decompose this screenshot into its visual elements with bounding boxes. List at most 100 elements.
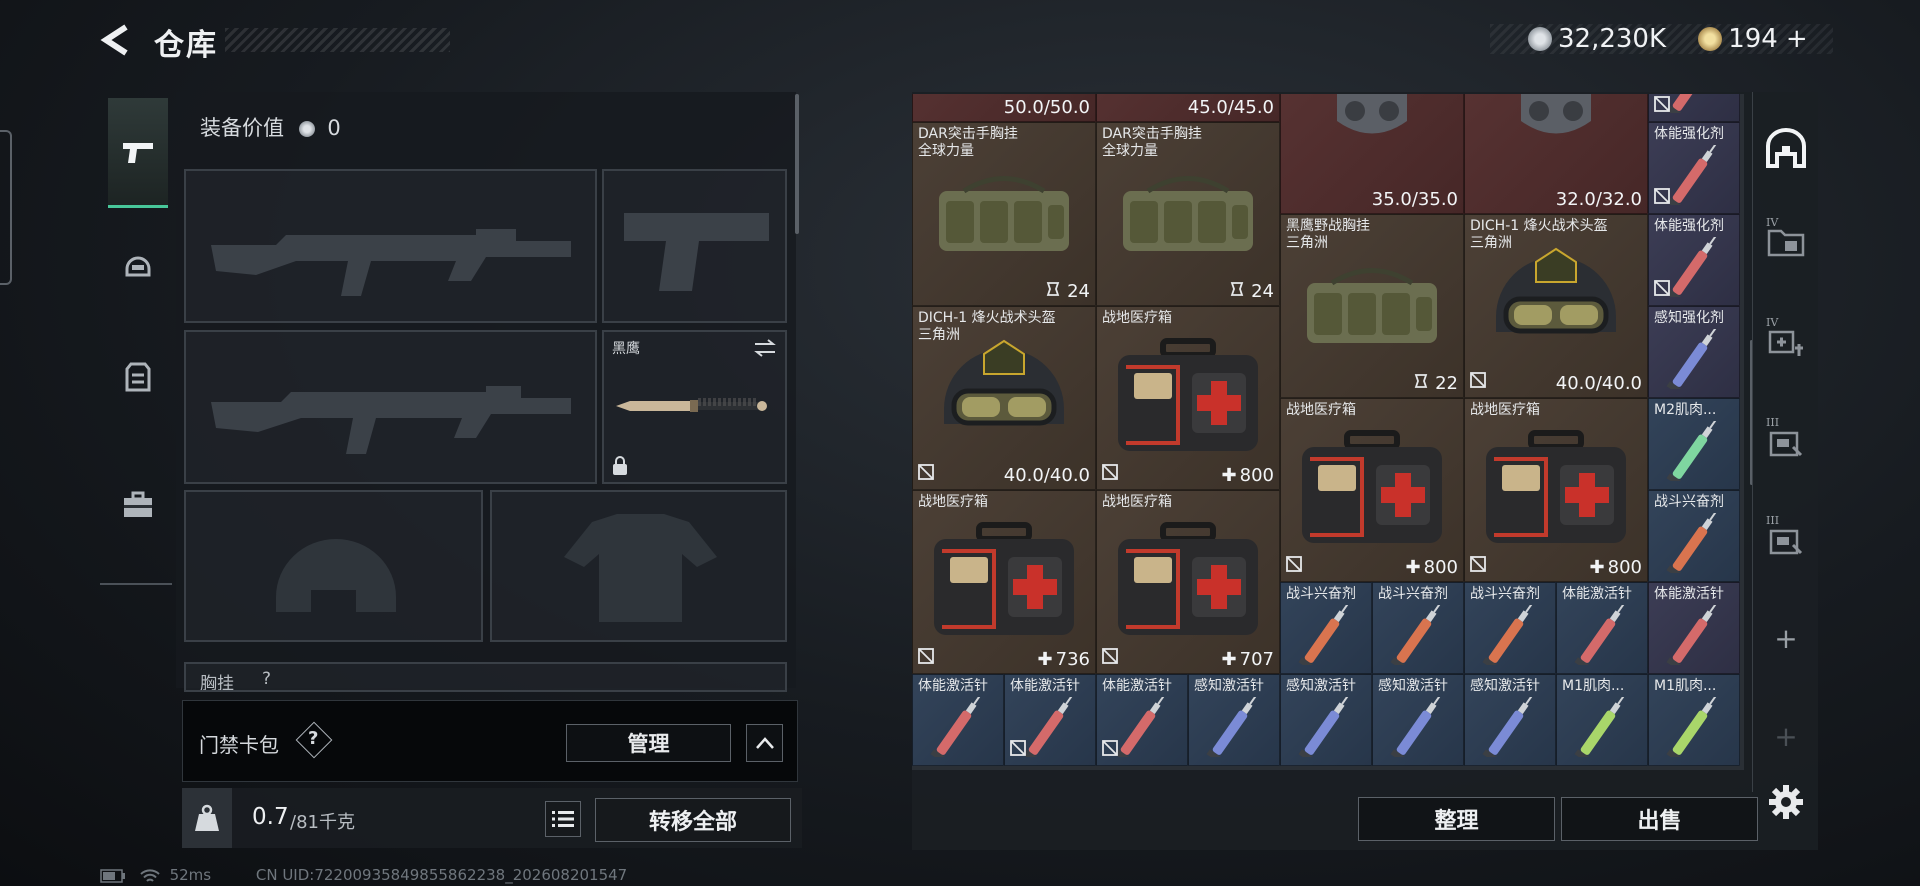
stash-item-small[interactable]: 体能激活针 bbox=[1648, 582, 1740, 674]
stash-item-small[interactable]: 感知激活针 bbox=[1372, 674, 1464, 766]
stash-item-small[interactable]: M1肌肉... bbox=[1556, 674, 1648, 766]
stash-item-small[interactable]: 感知激活针 bbox=[1280, 674, 1372, 766]
helmet-slot[interactable] bbox=[184, 490, 483, 642]
mask-helmet-icon bbox=[1281, 94, 1463, 151]
item-name: 体能激活针 bbox=[1654, 586, 1724, 602]
list-view-button[interactable] bbox=[545, 801, 581, 837]
item-value-text: 24 bbox=[1067, 281, 1090, 302]
secondary-weapon-slot[interactable] bbox=[184, 330, 597, 484]
stash-item[interactable]: 50.0/50.0 bbox=[912, 94, 1096, 122]
sell-button[interactable]: 出售 bbox=[1561, 797, 1758, 841]
melee-slot[interactable]: 黑鹰 bbox=[602, 330, 787, 484]
item-value: ✚ 800 bbox=[1589, 557, 1642, 578]
stash-item-small[interactable]: M2肌肉... bbox=[1648, 398, 1740, 490]
transfer-all-button[interactable]: 转移全部 bbox=[595, 798, 791, 842]
collapse-button[interactable] bbox=[746, 724, 783, 762]
premium-currency-amount: 194 bbox=[1728, 24, 1778, 54]
add-currency-button[interactable]: + bbox=[1786, 24, 1808, 54]
edge-handle[interactable] bbox=[0, 130, 12, 285]
item-name: 感知激活针 bbox=[1194, 678, 1264, 694]
stash-item[interactable]: 战地医疗箱 ✚ 800 bbox=[1280, 398, 1464, 582]
stash-item-small[interactable]: 体能激活针 bbox=[1004, 674, 1096, 766]
item-value: ✚ 736 bbox=[1037, 649, 1090, 670]
key-case-label: 门禁卡包 bbox=[199, 733, 279, 757]
knife-icon bbox=[616, 398, 767, 412]
stash-item[interactable]: 45.0/45.0 bbox=[1096, 94, 1280, 122]
stash-item[interactable]: DAR突击手胸挂 全球力量 24 bbox=[912, 122, 1096, 306]
tier-iii-tag: III bbox=[1766, 416, 1780, 429]
stash-item[interactable]: DICH-1 烽火战术头盔 三角洲 40.0/40.0 bbox=[912, 306, 1096, 490]
item-name: 战地医疗箱 bbox=[1102, 494, 1172, 510]
stash-item[interactable]: 黑鹰野战胸挂 三角洲 22 bbox=[1280, 214, 1464, 398]
chest-rig-slot[interactable]: 胸挂 ? bbox=[184, 662, 787, 692]
stash-item-small[interactable]: 战斗兴奋剂 bbox=[1464, 582, 1556, 674]
helmet-icon bbox=[1465, 237, 1647, 367]
item-value: 24 bbox=[1045, 281, 1090, 302]
settings-button[interactable] bbox=[1762, 778, 1810, 826]
rail-stash-home[interactable] bbox=[1762, 124, 1810, 172]
stash-item[interactable]: 战地医疗箱 ✚ 736 bbox=[912, 490, 1096, 674]
rail-add-filter-button[interactable]: + bbox=[1762, 614, 1810, 662]
value-coin-icon bbox=[298, 121, 315, 137]
stash-item[interactable]: 战地医疗箱 ✚ 800 bbox=[1464, 398, 1648, 582]
ping-readout: 52ms bbox=[169, 866, 212, 884]
item-name: 感知激活针 bbox=[1286, 678, 1356, 694]
swap-icon[interactable] bbox=[753, 338, 777, 358]
stash-item-small[interactable]: 感知激活针 bbox=[1188, 674, 1280, 766]
stash-item[interactable]: 战地医疗箱 ✚ 800 bbox=[1096, 306, 1280, 490]
item-value-text: 50.0/50.0 bbox=[1003, 97, 1090, 118]
item-name: 体能激活针 bbox=[1562, 586, 1632, 602]
stash-item[interactable]: 战地医疗箱 ✚ 707 bbox=[1096, 490, 1280, 674]
rail-filter-iv-folder[interactable]: IV bbox=[1762, 216, 1810, 266]
stash-item-small[interactable]: 战斗兴奋剂 bbox=[1648, 490, 1740, 582]
sort-button[interactable]: 整理 bbox=[1358, 797, 1555, 841]
no-sale-icon bbox=[1653, 279, 1671, 301]
sidearm-slot[interactable] bbox=[602, 169, 787, 323]
stash-item[interactable]: 35.0/35.0 bbox=[1280, 94, 1464, 214]
syringe-icon bbox=[1465, 697, 1555, 757]
item-name: DAR突击手胸挂 全球力量 bbox=[918, 126, 1018, 159]
rail-filter-iii-a[interactable]: III bbox=[1762, 416, 1810, 466]
stash-item-small[interactable]: 体能激活针 bbox=[912, 674, 1004, 766]
stash-item-small[interactable]: 感知激活针 bbox=[1464, 674, 1556, 766]
rail-filter-iii-b[interactable]: III bbox=[1762, 514, 1810, 564]
item-name: DAR突击手胸挂 全球力量 bbox=[1102, 126, 1202, 159]
gear-stack-icon bbox=[1769, 431, 1803, 457]
stash-item[interactable]: 32.0/32.0 bbox=[1464, 94, 1648, 214]
loadout-scrollbar[interactable] bbox=[795, 94, 799, 234]
no-sale-icon bbox=[917, 647, 935, 669]
tier-iii-tag-2: III bbox=[1766, 514, 1780, 527]
primary-weapon-slot[interactable] bbox=[184, 169, 597, 323]
stash-item[interactable]: DICH-1 烽火战术头盔 三角洲 40.0/40.0 bbox=[1464, 214, 1648, 398]
rail-filter-iv-medical[interactable]: IV bbox=[1762, 316, 1810, 366]
back-button[interactable] bbox=[98, 22, 134, 58]
stash-item-small[interactable]: 体能强化剂 bbox=[1648, 214, 1740, 306]
armor-slot[interactable] bbox=[490, 490, 787, 642]
no-sale-icon bbox=[1101, 647, 1119, 669]
stash-item-small[interactable]: 体能强化剂 bbox=[1648, 122, 1740, 214]
rifle-silhouette-2-icon bbox=[211, 386, 571, 454]
stash-item[interactable]: DAR突击手胸挂 全球力量 24 bbox=[1096, 122, 1280, 306]
tab-weapons[interactable] bbox=[108, 98, 168, 208]
currency-display[interactable]: 32,230K 194 + bbox=[1528, 24, 1808, 54]
stash-item-small[interactable]: 体能激活针 bbox=[1556, 582, 1648, 674]
tab-rigs[interactable] bbox=[108, 322, 168, 432]
item-value-text: 707 bbox=[1239, 649, 1274, 670]
stash-item-small[interactable]: 战斗兴奋剂 bbox=[1372, 582, 1464, 674]
tab-armor[interactable] bbox=[108, 210, 168, 320]
stash-item-small[interactable]: M1肌肉... bbox=[1648, 674, 1740, 766]
item-name: 体能强化剂 bbox=[1654, 126, 1724, 142]
syringe-icon bbox=[1649, 605, 1739, 665]
tab-cases[interactable] bbox=[108, 450, 168, 560]
stash-item-small[interactable] bbox=[1648, 94, 1740, 122]
item-name: M1肌肉... bbox=[1562, 678, 1625, 694]
manage-button[interactable]: 管理 bbox=[566, 724, 731, 762]
title-decoration bbox=[225, 28, 450, 52]
stash-item-small[interactable]: 感知强化剂 bbox=[1648, 306, 1740, 398]
medkit-icon bbox=[1465, 429, 1647, 549]
equipment-value-amount: 0 bbox=[327, 116, 341, 140]
folder-icon bbox=[1767, 229, 1805, 257]
stash-item-small[interactable]: 战斗兴奋剂 bbox=[1280, 582, 1372, 674]
stash-item-small[interactable]: 体能激活针 bbox=[1096, 674, 1188, 766]
wifi-icon bbox=[140, 868, 160, 882]
